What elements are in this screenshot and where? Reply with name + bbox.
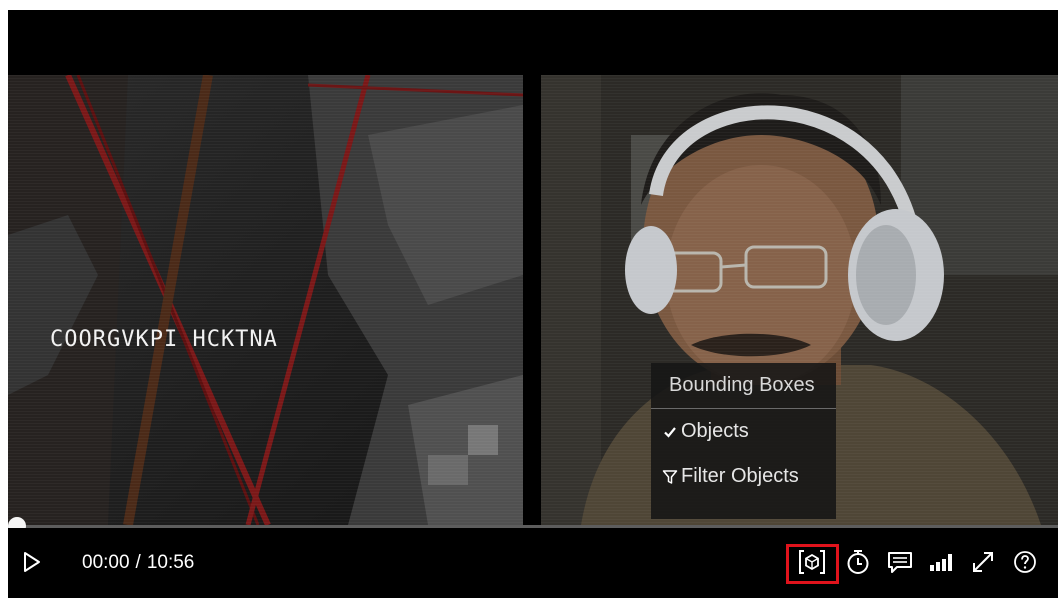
check-icon bbox=[659, 425, 681, 439]
quality-icon bbox=[928, 552, 954, 577]
help-icon bbox=[1013, 550, 1037, 579]
video-frame[interactable]: COORGVKPI HCKTNA Bounding Boxes Objects … bbox=[8, 10, 1058, 525]
scene-left-illustration bbox=[8, 75, 523, 525]
fullscreen-icon bbox=[970, 549, 996, 580]
control-bar: 00:00/10:56 bbox=[8, 528, 1058, 598]
help-button[interactable] bbox=[1010, 550, 1040, 578]
menu-footer bbox=[651, 499, 836, 519]
time-display: 00:00/10:56 bbox=[82, 552, 194, 574]
quality-button[interactable] bbox=[926, 550, 956, 578]
time-separator: / bbox=[135, 552, 141, 573]
fullscreen-button[interactable] bbox=[968, 550, 998, 578]
captions-button[interactable] bbox=[885, 550, 915, 578]
current-time: 00:00 bbox=[82, 552, 130, 573]
video-player: COORGVKPI HCKTNA Bounding Boxes Objects … bbox=[8, 10, 1058, 598]
duration: 10:56 bbox=[146, 552, 195, 573]
timer-button[interactable] bbox=[844, 549, 872, 580]
menu-item-label: Filter Objects bbox=[681, 465, 799, 487]
menu-header: Bounding Boxes bbox=[651, 363, 836, 409]
bounding-boxes-button[interactable] bbox=[794, 549, 830, 580]
bounding-boxes-menu: Bounding Boxes Objects Filter Objects bbox=[651, 363, 836, 519]
timer-icon bbox=[846, 549, 870, 580]
video-scene-left: COORGVKPI HCKTNA bbox=[8, 75, 523, 525]
captions-icon bbox=[887, 550, 913, 579]
filter-icon bbox=[659, 469, 681, 485]
video-overlay-text: COORGVKPI HCKTNA bbox=[50, 327, 278, 352]
menu-item-objects[interactable]: Objects bbox=[651, 409, 836, 454]
menu-item-label: Objects bbox=[681, 420, 749, 442]
menu-item-filter-objects[interactable]: Filter Objects bbox=[651, 454, 836, 499]
bounding-box-icon bbox=[798, 549, 826, 580]
play-button[interactable] bbox=[20, 551, 44, 578]
play-icon bbox=[22, 551, 42, 578]
